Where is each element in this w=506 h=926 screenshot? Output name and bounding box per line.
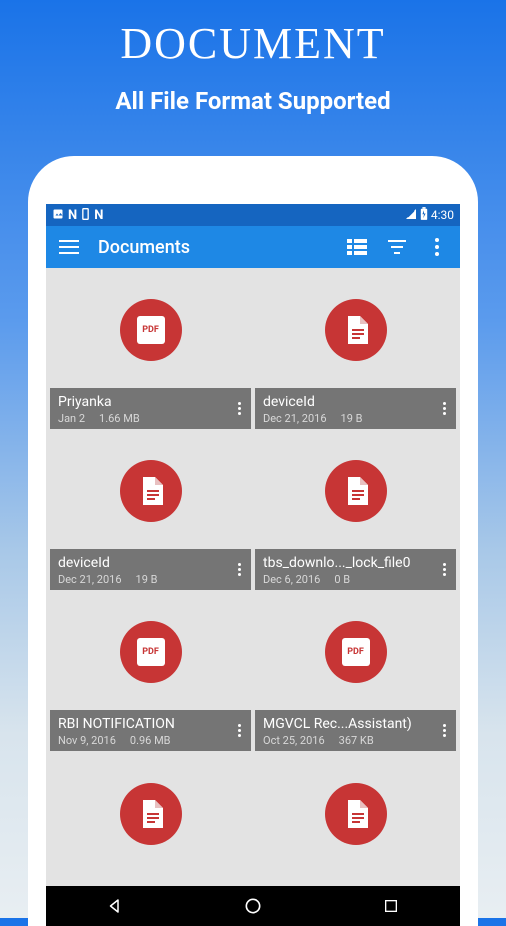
more-icon[interactable] (426, 236, 448, 258)
file-date: Nov 9, 2016 (58, 734, 116, 747)
phone-icon (81, 208, 90, 223)
file-card[interactable]: PDF MGVCL Rec...Assistant) Oct 25, 2016 367… (255, 594, 456, 751)
battery-icon (420, 207, 428, 223)
file-card[interactable] (255, 755, 456, 815)
file-info: Priyanka Jan 2 1.66 MB (50, 388, 251, 429)
app-bar-title: Documents (98, 237, 328, 258)
file-info: RBI NOTIFICATION Nov 9, 2016 0.96 MB (50, 710, 251, 751)
file-date: Dec 21, 2016 (58, 573, 122, 586)
file-size: 0 B (334, 573, 350, 586)
file-menu-icon[interactable] (436, 397, 452, 421)
signal-icon (405, 208, 417, 223)
pdf-icon: PDF (137, 316, 165, 344)
android-nav-bar (46, 886, 460, 926)
phone-screen: N N 4:30 Documents (46, 204, 460, 926)
file-card[interactable]: PDF RBI NOTIFICATION Nov 9, 2016 0.96 MB (50, 594, 251, 751)
file-info: deviceId Dec 21, 2016 19 B (50, 549, 251, 590)
n-icon-2: N (94, 208, 103, 223)
file-preview (255, 272, 456, 388)
document-icon (139, 477, 163, 505)
file-date: Dec 21, 2016 (263, 412, 327, 425)
file-size: 1.66 MB (99, 412, 140, 425)
file-grid: PDF Priyanka Jan 2 1.66 MB deviceId Dec 21, 2… (46, 268, 460, 819)
n-icon: N (68, 208, 77, 223)
file-menu-icon[interactable] (436, 719, 452, 743)
file-name: Priyanka (58, 394, 243, 410)
file-size: 19 B (341, 412, 363, 425)
view-list-icon[interactable] (346, 236, 368, 258)
file-preview: PDF (50, 272, 251, 388)
file-preview (50, 755, 251, 815)
file-type-icon (120, 460, 182, 522)
back-button[interactable] (104, 895, 126, 917)
file-preview: PDF (255, 594, 456, 710)
filter-icon[interactable] (386, 236, 408, 258)
file-type-icon: PDF (325, 621, 387, 683)
file-date: Oct 25, 2016 (263, 734, 325, 747)
phone-frame: N N 4:30 Documents (28, 156, 478, 926)
file-menu-icon[interactable] (231, 558, 247, 582)
file-type-icon (325, 299, 387, 361)
image-icon (52, 208, 64, 223)
file-type-icon (120, 783, 182, 845)
file-name: MGVCL Rec...Assistant) (263, 716, 448, 732)
file-card[interactable]: deviceId Dec 21, 2016 19 B (50, 433, 251, 590)
file-info: tbs_downlo..._lock_file0 Dec 6, 2016 0 B (255, 549, 456, 590)
file-size: 367 KB (339, 734, 374, 747)
file-card[interactable]: PDF Priyanka Jan 2 1.66 MB (50, 272, 251, 429)
recent-button[interactable] (380, 895, 402, 917)
file-name: deviceId (58, 555, 243, 571)
file-menu-icon[interactable] (231, 719, 247, 743)
file-preview (255, 755, 456, 815)
file-type-icon (325, 783, 387, 845)
file-date: Jan 2 (58, 412, 85, 425)
promo-subtitle: All File Format Supported (0, 87, 506, 115)
file-type-icon: PDF (120, 299, 182, 361)
file-preview: PDF (50, 594, 251, 710)
status-bar: N N 4:30 (46, 204, 460, 226)
file-preview (255, 433, 456, 549)
file-type-icon (325, 460, 387, 522)
file-info: deviceId Dec 21, 2016 19 B (255, 388, 456, 429)
pdf-icon: PDF (137, 638, 165, 666)
file-date: Dec 6, 2016 (263, 573, 320, 586)
file-size: 0.96 MB (130, 734, 171, 747)
document-icon (344, 800, 368, 828)
document-icon (139, 800, 163, 828)
promo-title: DOCUMENT (0, 18, 506, 69)
home-button[interactable] (242, 895, 264, 917)
file-name: RBI NOTIFICATION (58, 716, 243, 732)
file-name: deviceId (263, 394, 448, 410)
pdf-icon: PDF (342, 638, 370, 666)
document-icon (344, 316, 368, 344)
file-card[interactable]: tbs_downlo..._lock_file0 Dec 6, 2016 0 B (255, 433, 456, 590)
file-preview (50, 433, 251, 549)
file-type-icon: PDF (120, 621, 182, 683)
file-menu-icon[interactable] (231, 397, 247, 421)
file-menu-icon[interactable] (436, 558, 452, 582)
file-size: 19 B (136, 573, 158, 586)
file-card[interactable] (50, 755, 251, 815)
status-time: 4:30 (431, 208, 454, 222)
file-info: MGVCL Rec...Assistant) Oct 25, 2016 367 KB (255, 710, 456, 751)
app-bar: Documents (46, 226, 460, 268)
file-card[interactable]: deviceId Dec 21, 2016 19 B (255, 272, 456, 429)
document-icon (344, 477, 368, 505)
menu-icon[interactable] (58, 236, 80, 258)
file-name: tbs_downlo..._lock_file0 (263, 555, 448, 571)
